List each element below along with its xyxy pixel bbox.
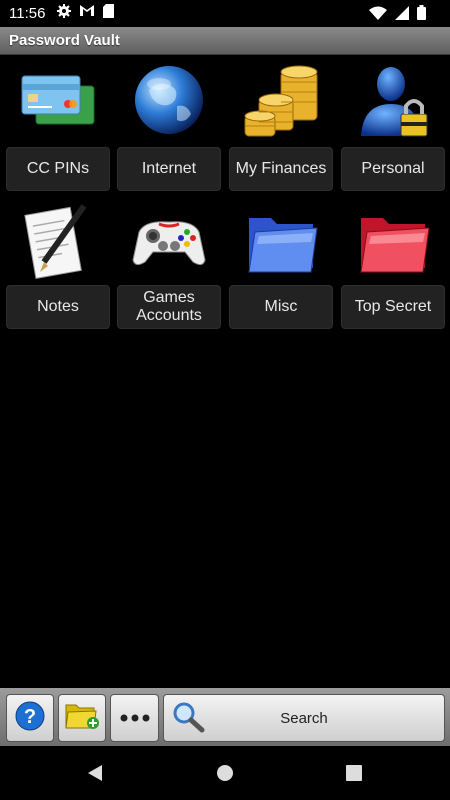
battery-icon [417,5,426,25]
add-folder-icon [64,701,100,736]
gmail-icon [79,4,95,22]
category-label: Internet [117,147,221,191]
search-label: Search [280,709,328,727]
search-button[interactable]: Search [163,694,445,742]
more-icon [120,709,150,727]
credit-cards-icon [18,60,98,140]
help-icon: ? [15,701,45,736]
svg-text:?: ? [24,706,36,728]
category-label: Games Accounts [117,285,221,329]
red-folder-icon [353,202,433,282]
wifi-icon [369,6,387,25]
home-icon[interactable] [216,764,234,787]
app-title-bar: Password Vault [0,27,450,55]
blue-folder-icon [241,202,321,282]
category-label: Misc [229,285,333,329]
globe-icon [129,60,209,140]
user-lock-icon [353,60,433,140]
category-label: Top Secret [341,285,445,329]
category-label: My Finances [229,147,333,191]
app-title: Password Vault [9,32,120,49]
coins-icon [241,60,321,140]
help-button[interactable]: ? [6,694,54,742]
back-icon[interactable] [86,764,104,787]
magnifier-icon [172,701,206,738]
category-label: Personal [341,147,445,191]
gamepad-icon [129,202,209,282]
sd-card-icon [103,3,115,23]
settings-icon [57,3,72,23]
recents-icon[interactable] [346,765,362,786]
notepad-pen-icon [18,202,98,282]
status-bar: 11:56 [0,0,450,26]
category-label: Notes [6,285,110,329]
status-time: 11:56 [9,4,46,22]
bottom-toolbar: ? Search [0,688,450,746]
add-folder-button[interactable] [58,694,106,742]
category-label: CC PINs [6,147,110,191]
signal-icon [395,5,409,25]
navigation-bar [0,746,450,800]
more-options-button[interactable] [110,694,159,742]
